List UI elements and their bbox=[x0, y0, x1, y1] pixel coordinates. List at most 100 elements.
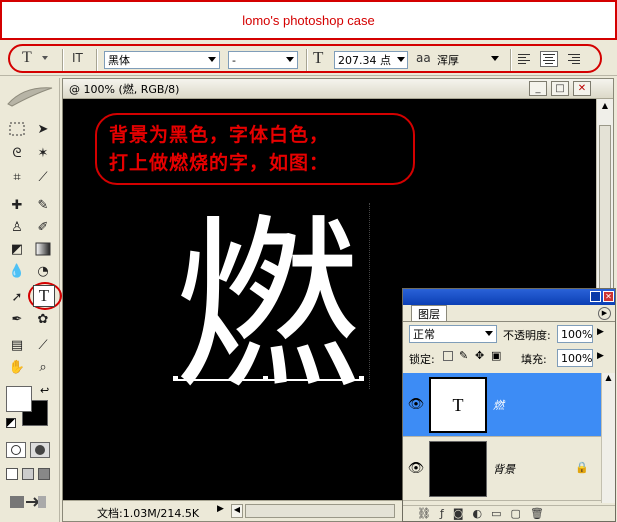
scroll-up-icon[interactable]: ▲ bbox=[599, 101, 611, 113]
lock-position-icon[interactable]: ✥ bbox=[475, 349, 484, 362]
antialias-icon: aa bbox=[416, 51, 431, 65]
marquee-tool-icon[interactable] bbox=[6, 118, 28, 140]
default-colors-icon[interactable] bbox=[6, 418, 16, 428]
shape-tool-icon[interactable]: ✿ bbox=[32, 308, 54, 330]
standard-mode-button[interactable] bbox=[6, 442, 26, 458]
baseline-handle[interactable] bbox=[173, 376, 178, 381]
text-baseline bbox=[175, 379, 363, 381]
baseline-handle[interactable] bbox=[263, 376, 268, 381]
brush-tool-icon[interactable]: ✎ bbox=[32, 194, 54, 216]
layer-row-background[interactable]: 👁 背景 🔒 bbox=[403, 437, 601, 501]
palette-minimize-button[interactable] bbox=[590, 291, 601, 302]
layer-name[interactable]: 背景 bbox=[493, 461, 515, 477]
crop-tool-icon[interactable]: ⌗ bbox=[6, 166, 28, 188]
stamp-tool-icon[interactable]: ♙ bbox=[6, 216, 28, 238]
gradient-tool-icon[interactable] bbox=[32, 238, 54, 260]
swap-colors-icon[interactable]: ↩ bbox=[40, 384, 49, 397]
slice-tool-icon[interactable]: ⟋ bbox=[32, 166, 54, 188]
type-tool-label: T bbox=[38, 286, 50, 305]
align-right-button[interactable] bbox=[564, 51, 582, 67]
font-size-select[interactable]: 207.34 点 bbox=[334, 51, 408, 69]
chevron-down-icon bbox=[286, 57, 294, 62]
blur-tool-icon[interactable]: 💧 bbox=[6, 260, 28, 282]
notes-tool-icon[interactable]: ▤ bbox=[6, 334, 28, 356]
fill-slider-arrow-icon[interactable]: ▶ bbox=[597, 351, 604, 361]
link-layers-icon[interactable]: ⛓ bbox=[417, 507, 431, 520]
blend-mode-select[interactable]: 正常 bbox=[409, 325, 497, 343]
hand-tool-icon[interactable]: ✋ bbox=[6, 356, 28, 378]
annotation-line-1: 背景为黑色，字体白色， bbox=[109, 124, 330, 146]
move-tool-icon[interactable]: ➤ bbox=[32, 118, 54, 140]
palette-close-button[interactable]: ✕ bbox=[603, 291, 614, 302]
lasso-tool-icon[interactable]: ᘓ bbox=[6, 142, 28, 164]
tab-layers-label: 图层 bbox=[418, 308, 440, 321]
palette-menu-icon[interactable]: ▶ bbox=[598, 307, 611, 320]
visibility-eye-icon[interactable]: 👁 bbox=[407, 459, 425, 477]
options-bar: T IT 黑体 - T 207.34 点 aa 浑厚 bbox=[0, 40, 617, 76]
layer-row-text[interactable]: 👁 T 燃 bbox=[403, 373, 601, 437]
eyedropper-tool-icon[interactable]: ⟋ bbox=[32, 334, 54, 356]
jump-to-imageready-icon[interactable] bbox=[8, 492, 48, 512]
font-family-value: 黑体 bbox=[108, 54, 130, 67]
screen-mode-full-menu-icon[interactable] bbox=[22, 468, 34, 480]
horizontal-scrollbar-thumb[interactable] bbox=[245, 504, 395, 518]
layer-thumbnail-background bbox=[429, 441, 487, 497]
pen-tool-icon[interactable]: ✒ bbox=[6, 308, 28, 330]
fill-label: 填充: bbox=[521, 353, 547, 366]
quick-mask-mode-button[interactable] bbox=[30, 442, 50, 458]
lock-image-icon[interactable]: ✎ bbox=[459, 349, 468, 362]
magic-wand-tool-icon[interactable]: ✶ bbox=[32, 142, 54, 164]
annotation-line-2: 打上做燃烧的字，如图： bbox=[109, 152, 330, 174]
layers-vertical-scrollbar[interactable]: ▲ bbox=[601, 373, 615, 503]
scroll-left-icon[interactable]: ◀ bbox=[231, 504, 243, 518]
lock-all-icon[interactable]: ▣ bbox=[491, 349, 501, 362]
foreground-color-swatch[interactable] bbox=[6, 386, 32, 412]
scroll-up-icon[interactable]: ▲ bbox=[602, 373, 615, 382]
lock-label: 锁定: bbox=[409, 353, 435, 366]
adjustment-layer-icon[interactable]: ◐ bbox=[473, 507, 483, 520]
opacity-label: 不透明度: bbox=[503, 329, 551, 342]
chevron-down-icon bbox=[208, 57, 216, 62]
path-select-tool-icon[interactable]: ➚ bbox=[6, 286, 28, 308]
dodge-tool-icon[interactable]: ◔ bbox=[32, 260, 54, 282]
baseline-handle[interactable] bbox=[359, 376, 364, 381]
lock-transparent-icon[interactable] bbox=[443, 351, 453, 361]
text-orientation-icon[interactable]: IT bbox=[72, 51, 83, 65]
fill-field[interactable]: 100% bbox=[557, 349, 593, 367]
visibility-eye-icon[interactable]: 👁 bbox=[407, 395, 425, 413]
text-layer-icon: T bbox=[452, 394, 464, 415]
maximize-button[interactable]: □ bbox=[551, 81, 569, 96]
healing-tool-icon[interactable]: ✚ bbox=[6, 194, 28, 216]
opacity-slider-arrow-icon[interactable]: ▶ bbox=[597, 327, 604, 337]
screen-mode-standard-icon[interactable] bbox=[6, 468, 18, 480]
layers-palette-title-bar[interactable]: ✕ bbox=[403, 289, 615, 305]
new-layer-icon[interactable]: ▢ bbox=[511, 507, 521, 520]
layers-palette-footer: ⛓ ƒ ◙ ◐ ▭ ▢ 🗑 bbox=[403, 505, 615, 521]
antialias-select[interactable]: 浑厚 bbox=[434, 51, 502, 69]
layer-mask-icon[interactable]: ◙ bbox=[453, 507, 464, 520]
document-title-bar[interactable]: @ 100% (燃, RGB/8) _ □ ✕ bbox=[63, 79, 613, 99]
preset-dropdown-icon[interactable] bbox=[42, 56, 48, 60]
history-brush-tool-icon[interactable]: ✐ bbox=[32, 216, 54, 238]
font-style-value: - bbox=[232, 53, 236, 67]
layer-name[interactable]: 燃 bbox=[493, 397, 504, 413]
delete-layer-icon[interactable]: 🗑 bbox=[530, 507, 544, 520]
eraser-tool-icon[interactable]: ◩ bbox=[6, 238, 28, 260]
type-tool-preset-icon[interactable]: T bbox=[22, 49, 32, 67]
tab-layers[interactable]: 图层 bbox=[411, 305, 447, 322]
align-left-button[interactable] bbox=[516, 51, 534, 67]
opacity-field[interactable]: 100% bbox=[557, 325, 593, 343]
status-menu-arrow-icon[interactable]: ▶ bbox=[217, 504, 224, 514]
align-center-button[interactable] bbox=[540, 51, 558, 67]
screen-mode-full-icon[interactable] bbox=[38, 468, 50, 480]
new-group-icon[interactable]: ▭ bbox=[491, 507, 501, 520]
zoom-tool-icon[interactable]: ⌕ bbox=[32, 356, 54, 378]
type-tool-icon[interactable]: T bbox=[33, 285, 55, 307]
font-style-select[interactable]: - bbox=[228, 51, 298, 69]
separator bbox=[510, 49, 511, 71]
close-button[interactable]: ✕ bbox=[573, 81, 591, 96]
lock-icon: 🔒 bbox=[575, 461, 589, 474]
font-family-select[interactable]: 黑体 bbox=[104, 51, 220, 69]
layer-style-icon[interactable]: ƒ bbox=[440, 507, 444, 520]
minimize-button[interactable]: _ bbox=[529, 81, 547, 96]
